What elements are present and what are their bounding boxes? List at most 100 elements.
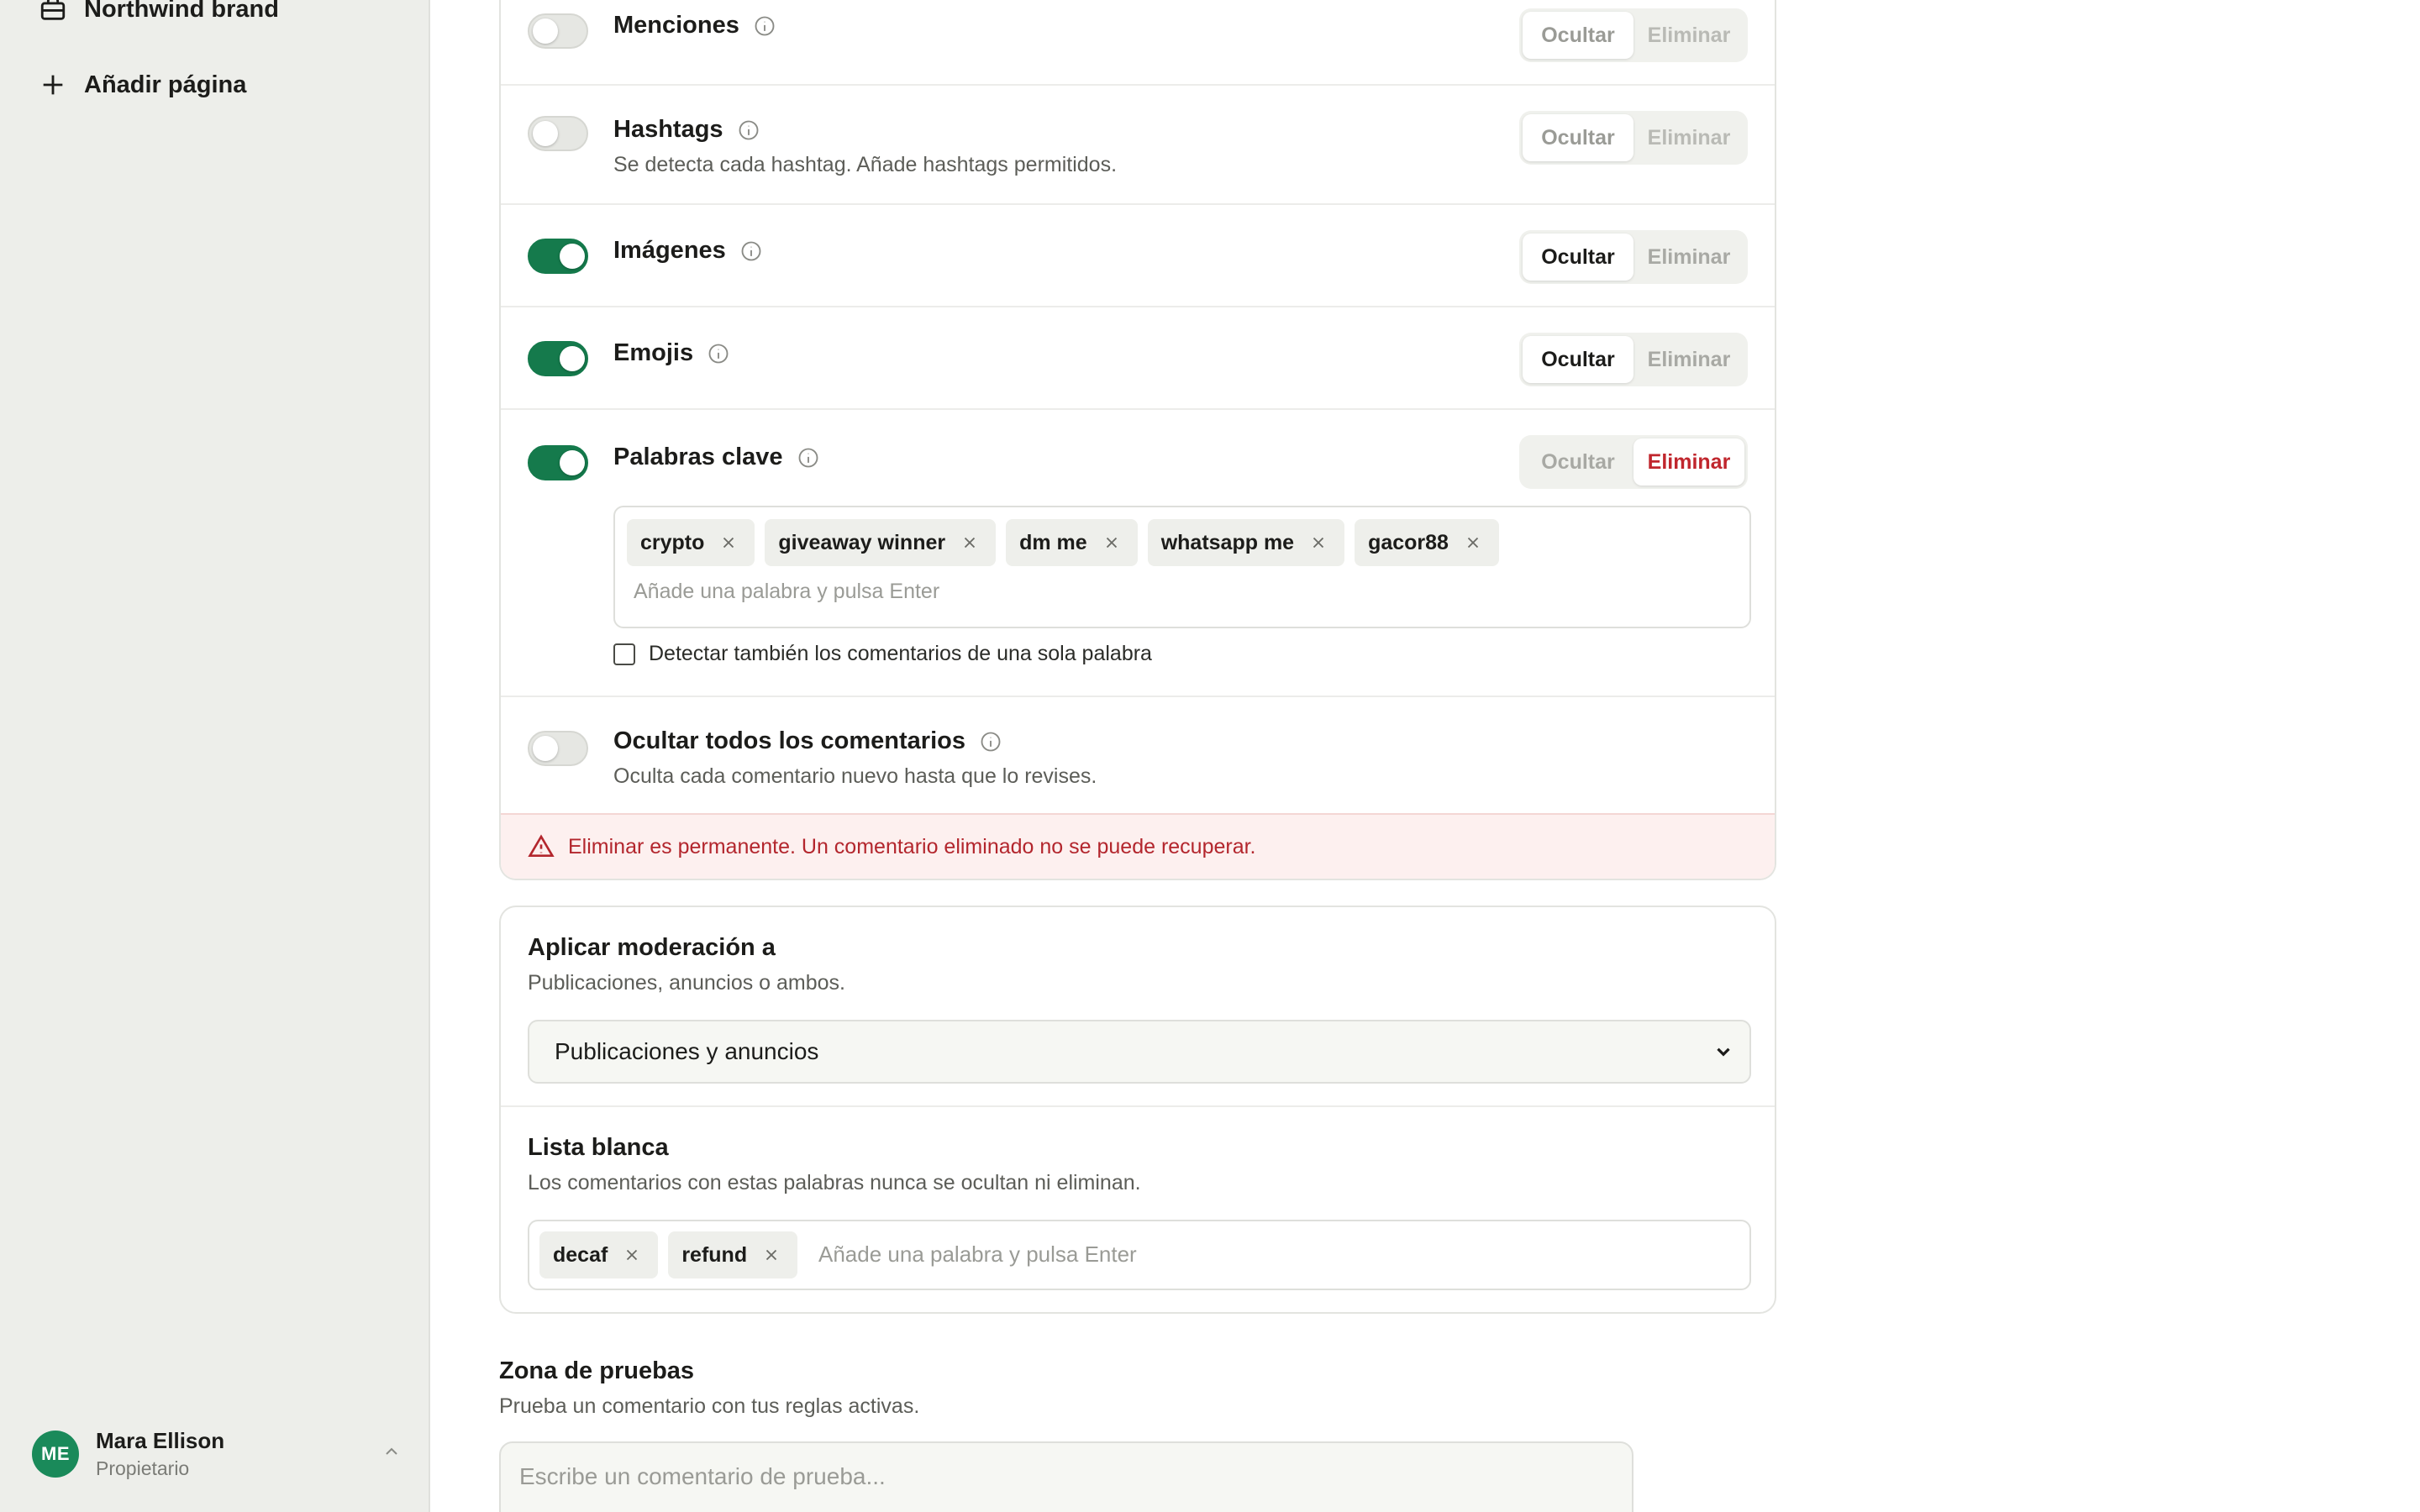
info-icon[interactable]: [797, 446, 820, 470]
whitelist-tags: decaf refund: [539, 1231, 798, 1278]
delete-option[interactable]: Eliminar: [1634, 336, 1744, 383]
hide-option[interactable]: Ocultar: [1523, 438, 1634, 486]
keyword-tag-text: whatsapp me: [1160, 530, 1295, 554]
add-page-button[interactable]: Añadir página: [39, 71, 246, 99]
apply-whitelist-card: Aplicar moderación a Publicaciones, anun…: [499, 906, 1776, 1314]
rule-title-text: Emojis: [613, 339, 694, 366]
user-name: Mara Ellison: [96, 1428, 225, 1453]
keyword-tag-text: gacor88: [1368, 530, 1449, 554]
close-icon[interactable]: [960, 533, 979, 552]
close-icon[interactable]: [719, 533, 738, 552]
keyword-tag-text: giveaway winner: [778, 530, 946, 554]
sidebar-item-label: Northwind brand: [84, 0, 279, 23]
keywords-tag-input[interactable]: crypto giveaway winner dm me whatsapp me…: [613, 506, 1751, 628]
single-word-label: Detectar también los comentarios de una …: [649, 642, 1152, 665]
delete-option[interactable]: Eliminar: [1634, 114, 1744, 161]
rule-title-text: Menciones: [613, 12, 739, 39]
whitelist-title: Lista blanca: [528, 1134, 669, 1161]
close-icon[interactable]: [762, 1246, 781, 1264]
hashtags-toggle[interactable]: [528, 116, 588, 151]
single-word-option[interactable]: Detectar también los comentarios de una …: [613, 642, 1152, 666]
close-icon[interactable]: [1464, 533, 1482, 552]
mentions-action-segmented: Ocultar Eliminar: [1519, 8, 1748, 62]
rule-description: Oculta cada comentario nuevo hasta que l…: [613, 764, 1097, 788]
keyword-tag-text: dm me: [1019, 530, 1087, 554]
warning-icon: [528, 834, 555, 857]
hide-option[interactable]: Ocultar: [1523, 234, 1634, 281]
rule-title: Palabras clave: [613, 444, 820, 471]
user-menu[interactable]: ME Mara Ellison Propietario: [32, 1428, 402, 1480]
rule-title: Imágenes: [613, 237, 763, 265]
hide-option[interactable]: Ocultar: [1523, 12, 1634, 59]
rule-title-text: Hashtags: [613, 116, 723, 143]
info-icon[interactable]: [707, 342, 730, 365]
test-comment-input[interactable]: Escribe un comentario de prueba...: [499, 1441, 1634, 1512]
test-zone-title: Zona de pruebas: [499, 1357, 695, 1384]
keywords-toggle[interactable]: [528, 445, 588, 480]
whitelist-description: Los comentarios con estas palabras nunca…: [528, 1171, 1141, 1194]
rule-title-text: Imágenes: [613, 237, 726, 264]
delete-option[interactable]: Eliminar: [1634, 12, 1744, 59]
rule-title: Menciones: [613, 12, 776, 39]
keyword-tag: crypto: [627, 519, 755, 566]
info-icon[interactable]: [737, 118, 760, 142]
hide-option[interactable]: Ocultar: [1523, 336, 1634, 383]
keywords-action-segmented: Ocultar Eliminar: [1519, 435, 1748, 489]
keyword-tag: dm me: [1006, 519, 1138, 566]
mentions-toggle[interactable]: [528, 13, 588, 49]
rule-title-text: Palabras clave: [613, 444, 783, 470]
info-icon[interactable]: [979, 730, 1002, 753]
images-action-segmented: Ocultar Eliminar: [1519, 230, 1748, 284]
keyword-input-placeholder[interactable]: Añade una palabra y pulsa Enter: [634, 580, 939, 604]
sidebar: Northwind brand Añadir página ME Mara El…: [0, 0, 430, 1512]
single-word-checkbox[interactable]: [613, 643, 635, 665]
test-zone-description: Prueba un comentario con tus reglas acti…: [499, 1394, 920, 1418]
avatar: ME: [32, 1431, 79, 1478]
close-icon[interactable]: [1102, 533, 1121, 552]
whitelist-tag-text: refund: [681, 1242, 748, 1267]
info-icon[interactable]: [739, 239, 763, 263]
rule-row-mentions: Menciones Ocultar Eliminar: [501, 0, 1775, 86]
chevron-down-icon: [1717, 1047, 1730, 1057]
close-icon[interactable]: [1309, 533, 1328, 552]
user-role: Propietario: [96, 1457, 190, 1479]
whitelist-tag: decaf: [539, 1231, 659, 1278]
rule-row-images: Imágenes Ocultar Eliminar: [501, 205, 1775, 307]
delete-warning-banner: Eliminar es permanente. Un comentario el…: [501, 813, 1775, 879]
hide-option[interactable]: Ocultar: [1523, 114, 1634, 161]
sidebar-item-northwind-brand[interactable]: Northwind brand: [39, 0, 279, 24]
whitelist-input-placeholder[interactable]: Añade una palabra y pulsa Enter: [818, 1242, 1137, 1268]
keyword-tag: whatsapp me: [1147, 519, 1345, 566]
whitelist-tag-input[interactable]: decaf refund Añade una palabra y pulsa E…: [528, 1220, 1751, 1290]
briefcase-icon: [40, 0, 66, 20]
sidebar-item-label: Añadir página: [84, 71, 247, 98]
whitelist-tag: refund: [668, 1231, 798, 1278]
delete-option[interactable]: Eliminar: [1634, 438, 1744, 486]
whitelist-tag-text: decaf: [553, 1242, 608, 1267]
apply-description: Publicaciones, anuncios o ambos.: [528, 971, 846, 995]
test-comment-placeholder: Escribe un comentario de prueba...: [519, 1463, 886, 1489]
apply-select-value: Publicaciones y anuncios: [555, 1038, 819, 1064]
images-toggle[interactable]: [528, 239, 588, 274]
close-icon[interactable]: [623, 1246, 641, 1264]
rule-title: Ocultar todos los comentarios: [613, 727, 1002, 755]
hide-all-toggle[interactable]: [528, 731, 588, 766]
apply-title: Aplicar moderación a: [528, 934, 776, 961]
rule-title-text: Ocultar todos los comentarios: [613, 727, 965, 754]
apply-select[interactable]: Publicaciones y anuncios: [528, 1020, 1751, 1084]
delete-option[interactable]: Eliminar: [1634, 234, 1744, 281]
emojis-action-segmented: Ocultar Eliminar: [1519, 333, 1748, 386]
emojis-toggle[interactable]: [528, 341, 588, 376]
rule-row-emojis: Emojis Ocultar Eliminar: [501, 307, 1775, 410]
rule-title: Emojis: [613, 339, 730, 367]
rule-title: Hashtags: [613, 116, 760, 144]
plus-icon: [43, 75, 63, 95]
info-icon[interactable]: [753, 14, 776, 38]
hashtags-action-segmented: Ocultar Eliminar: [1519, 111, 1748, 165]
rule-row-hide-all: Ocultar todos los comentarios Oculta cad…: [501, 697, 1775, 815]
warning-text: Eliminar es permanente. Un comentario el…: [568, 834, 1256, 858]
rule-row-hashtags: Hashtags Se detecta cada hashtag. Añade …: [501, 86, 1775, 205]
chevron-up-icon[interactable]: [381, 1441, 402, 1462]
keyword-tags: crypto giveaway winner dm me whatsapp me…: [627, 519, 1499, 566]
keyword-tag: giveaway winner: [765, 519, 997, 566]
